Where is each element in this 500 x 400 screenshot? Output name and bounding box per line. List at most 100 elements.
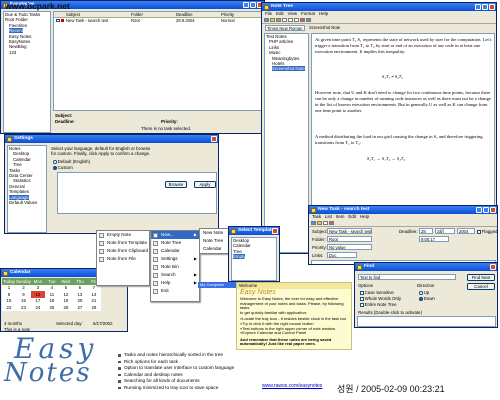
save-icon[interactable] bbox=[276, 17, 281, 23]
menu-item-calendar[interactable]: Calendar bbox=[200, 245, 228, 253]
new-task-titlebar[interactable]: New Task - search test bbox=[309, 206, 497, 214]
day-cell[interactable]: 24 bbox=[31, 304, 45, 311]
menu-item-note-from-clipboard[interactable]: Note from Clipboard bbox=[97, 247, 149, 255]
browse-button[interactable]: Browse bbox=[165, 181, 187, 188]
close-icon[interactable] bbox=[490, 207, 496, 213]
note-tree-titlebar[interactable]: Note Tree bbox=[262, 3, 496, 11]
folder-select[interactable]: Root bbox=[327, 236, 372, 242]
menu-item-exit[interactable]: Exit bbox=[151, 287, 199, 295]
priority-select[interactable]: No value bbox=[327, 244, 372, 250]
menu-item-note-from-file[interactable]: Note from File bbox=[97, 255, 149, 263]
menu-edit[interactable]: Edit bbox=[348, 214, 356, 220]
find-titlebar[interactable]: Find bbox=[355, 263, 497, 271]
template-item[interactable]: Empty bbox=[232, 254, 276, 260]
menu-item-empty-note[interactable]: Empty Note bbox=[97, 231, 149, 239]
day-cell[interactable]: 28 bbox=[87, 304, 101, 311]
direction-up[interactable]: Up bbox=[419, 290, 429, 295]
menu-list[interactable]: List bbox=[325, 214, 332, 220]
settings-item[interactable]: Default Values bbox=[8, 200, 46, 205]
direction-down[interactable]: Down bbox=[419, 296, 435, 301]
deadline-year[interactable]: 2004 bbox=[457, 228, 475, 234]
tree-item[interactable]: 123 bbox=[4, 50, 50, 55]
menu-item-settings[interactable]: Settings ▶ bbox=[151, 255, 199, 263]
tree-item[interactable]: Screenshot Note bbox=[265, 66, 308, 72]
day-cell[interactable]: 27 bbox=[73, 304, 87, 311]
menu-item-note-from-template[interactable]: Note from Template bbox=[97, 239, 149, 247]
find-icon[interactable] bbox=[306, 17, 311, 23]
menu-item[interactable]: Item bbox=[336, 214, 345, 220]
menu-format[interactable]: Format bbox=[301, 11, 315, 17]
subject-field[interactable]: New Task - search test bbox=[327, 228, 372, 234]
deadline-day[interactable]: 28 bbox=[419, 228, 433, 234]
detail-priority-label: Priority: bbox=[161, 119, 178, 124]
custom-language-list[interactable] bbox=[57, 172, 217, 214]
new-icon[interactable] bbox=[264, 17, 269, 23]
cell-deadline: 28.9.2004 bbox=[176, 17, 195, 23]
open-icon[interactable] bbox=[270, 17, 275, 23]
menu-view[interactable]: View bbox=[288, 11, 297, 17]
results-list[interactable] bbox=[357, 316, 496, 327]
menu-file[interactable]: File bbox=[265, 11, 272, 17]
column-subject[interactable]: Subject bbox=[66, 12, 131, 17]
day-cell[interactable]: 25 bbox=[45, 304, 59, 311]
open-icon[interactable] bbox=[317, 220, 322, 226]
paste-icon[interactable] bbox=[294, 17, 299, 23]
my-computer-label[interactable]: My Computer bbox=[200, 282, 224, 287]
font-select[interactable]: Times New Roman bbox=[265, 25, 305, 31]
time-field[interactable]: 9:00:17 bbox=[419, 236, 449, 242]
menu-task[interactable]: Task bbox=[312, 214, 321, 220]
menu-help[interactable]: Help bbox=[360, 214, 369, 220]
close-icon[interactable] bbox=[490, 264, 496, 270]
option-whole-words[interactable]: Whole Words Only bbox=[360, 296, 401, 301]
flagged-checkbox[interactable]: Flagged bbox=[477, 229, 497, 234]
radio-custom[interactable]: Custom bbox=[53, 165, 73, 170]
cut-icon[interactable] bbox=[282, 17, 287, 23]
save-icon[interactable] bbox=[311, 220, 316, 226]
settings-titlebar[interactable]: Settings bbox=[5, 135, 218, 143]
maximize-icon[interactable] bbox=[483, 207, 490, 213]
minimize-icon[interactable] bbox=[476, 207, 483, 213]
print-icon[interactable] bbox=[323, 220, 328, 226]
close-icon[interactable] bbox=[211, 136, 217, 142]
task-checkbox[interactable] bbox=[56, 18, 60, 23]
column-deadline[interactable]: Deadline bbox=[176, 12, 221, 17]
website-link[interactable]: www.rawos.com/easynotes bbox=[262, 383, 322, 389]
delete-icon[interactable] bbox=[300, 17, 305, 23]
menu-item-new[interactable]: New... ▶ bbox=[151, 231, 199, 239]
apply-button[interactable]: Apply bbox=[194, 181, 216, 188]
menu-edit[interactable]: Edit bbox=[276, 11, 284, 17]
menu-item-new-note[interactable]: New Note bbox=[200, 229, 228, 237]
option-case-sensitive[interactable]: Case Sensitive bbox=[360, 290, 394, 295]
calendar-tab-months[interactable]: 4 months bbox=[4, 321, 22, 326]
menu-item-note-tree[interactable]: Note Tree bbox=[200, 237, 228, 245]
maximize-icon[interactable] bbox=[482, 4, 489, 10]
cancel-button[interactable]: Cancel bbox=[467, 283, 495, 290]
menu-help[interactable]: Help bbox=[319, 11, 328, 17]
close-icon[interactable] bbox=[489, 4, 495, 10]
menu-item-note-bin[interactable]: Note Bin bbox=[151, 263, 199, 271]
note-title-field[interactable]: Screenshot Note bbox=[308, 25, 368, 31]
menu-item-help[interactable]: Help ▶ bbox=[151, 279, 199, 287]
copy-icon[interactable] bbox=[288, 17, 293, 23]
option-entire-tree[interactable]: Entire Note Tree bbox=[360, 302, 397, 307]
minimize-icon[interactable] bbox=[243, 2, 250, 8]
menu-item-note-tree[interactable]: Note Tree bbox=[151, 239, 199, 247]
deadline-month[interactable]: září bbox=[435, 228, 455, 234]
menu-item-calendar[interactable]: Calendar bbox=[151, 247, 199, 255]
find-text-input[interactable]: Text to find bbox=[358, 274, 456, 280]
day-cell[interactable]: 22 bbox=[2, 304, 16, 311]
radio-default[interactable]: Default (English) bbox=[53, 159, 90, 164]
find-next-button[interactable]: Find Next bbox=[467, 274, 495, 281]
select-template-titlebar[interactable]: Select Template bbox=[229, 227, 279, 235]
delete-icon[interactable] bbox=[329, 220, 334, 226]
table-row[interactable]: New Task - search test Root 28.9.2004 No… bbox=[54, 18, 262, 24]
day-cell[interactable]: 26 bbox=[59, 304, 73, 311]
links-field[interactable]: Doc bbox=[327, 252, 357, 258]
menu-item-search[interactable]: Search ▶ bbox=[151, 271, 199, 279]
close-icon[interactable] bbox=[272, 228, 278, 234]
column-priority[interactable]: Priority bbox=[221, 12, 251, 17]
minimize-icon[interactable] bbox=[475, 4, 482, 10]
day-cell[interactable]: 23 bbox=[16, 304, 31, 311]
maximize-icon[interactable] bbox=[250, 2, 257, 8]
column-folder[interactable]: Folder bbox=[131, 12, 176, 17]
